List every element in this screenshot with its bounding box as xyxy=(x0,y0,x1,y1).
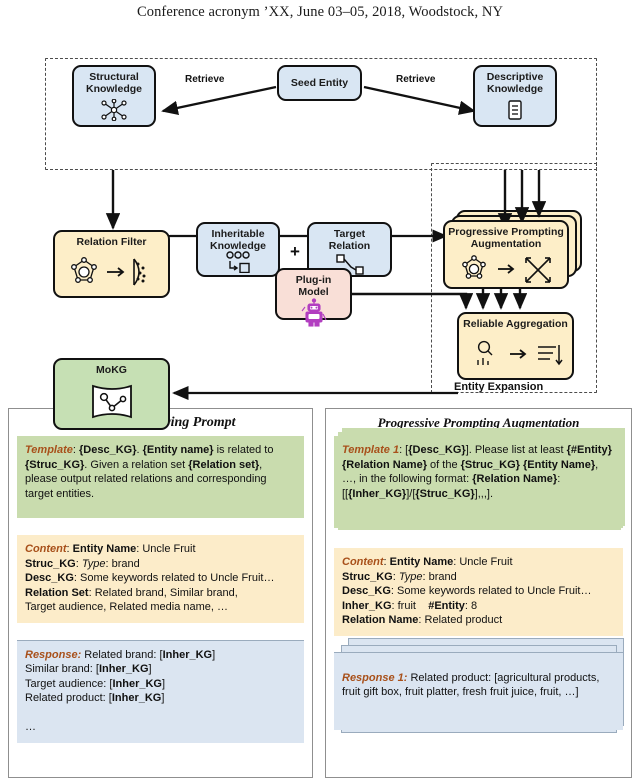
node-descriptive-knowledge[interactable]: Descriptive Knowledge xyxy=(473,65,557,127)
prompt-examples: Relation Filtering Prompt Template: {Des… xyxy=(0,408,640,778)
document-icon xyxy=(475,95,555,125)
content-line-4: Target audience, Related media name, … xyxy=(25,601,229,613)
node-seed-entity[interactable]: Seed Entity xyxy=(277,65,362,101)
filter-transform-icon xyxy=(55,248,168,296)
right-template-stack: Template 1: [{Desc_KG}]. Please list at … xyxy=(334,428,625,530)
right-response-stack: Response 1: Related product: [agricultur… xyxy=(334,637,624,733)
panel-progressive-prompting-augmentation: Progressive Prompting Augmentation Templ… xyxy=(325,408,632,778)
response-label: Response: xyxy=(25,648,82,661)
node-inheritable-knowledge[interactable]: Inheritable Knowledge xyxy=(196,222,280,277)
response-label: Response 1: xyxy=(342,671,408,684)
content-line-2: Desc_KG xyxy=(25,572,74,584)
content-line-4: Relation Name xyxy=(342,614,419,626)
panel-relation-filtering-prompt: Relation Filtering Prompt Template: {Des… xyxy=(8,408,313,778)
node-label: Reliable Aggregation xyxy=(463,318,568,330)
pipeline-diagram: Structural Knowledge Seed Entity Descrip… xyxy=(0,50,640,430)
robot-icon xyxy=(277,298,350,328)
left-template-block: Template: {Desc_KG}. {Entity name} is re… xyxy=(17,436,304,518)
content-line-0: Entity Name xyxy=(72,543,137,555)
page-header: Conference acronym ’XX, June 03–05, 2018… xyxy=(136,4,504,20)
node-progressive-prompting-augmentation[interactable]: Progressive Prompting Augmentation xyxy=(443,220,569,289)
response-line-3: Related product: [Inher_KG] xyxy=(25,692,165,704)
node-relation-filter[interactable]: Relation Filter xyxy=(53,230,170,298)
right-template-block: Template 1: [{Desc_KG}]. Please list at … xyxy=(334,436,623,528)
mokg-map-icon xyxy=(55,376,168,428)
response-line-2: Target audience: [Inher_KG] xyxy=(25,677,166,690)
node-label: Structural Knowledge xyxy=(85,71,142,95)
template-label: Template 1 xyxy=(342,444,400,456)
left-content-block: Content: Entity Name: Uncle Fruit Struc_… xyxy=(17,535,304,623)
template-label: Template xyxy=(25,444,73,456)
response-line-0: Related brand: [Inher_KG] xyxy=(81,648,216,661)
node-mokg[interactable]: MoKG xyxy=(53,358,170,430)
content-line-1: Struc_KG xyxy=(25,557,76,570)
node-label: Seed Entity xyxy=(290,77,349,89)
edge-label-retrieve-left: Retrieve xyxy=(185,74,225,85)
response-line-1: Similar brand: [Inher_KG] xyxy=(25,663,152,675)
content-label: Content xyxy=(342,556,384,568)
node-label: Plug-in Model xyxy=(295,274,332,298)
response-line-4: … xyxy=(25,721,36,733)
node-label: Relation Filter xyxy=(76,236,147,248)
node-label: Inheritable Knowledge xyxy=(209,228,266,252)
node-label: Target Relation xyxy=(328,228,371,252)
content-line-1: Struc_KG xyxy=(342,570,393,583)
right-response-block: Response 1: Related product: [agricultur… xyxy=(334,651,623,730)
node-label: MoKG xyxy=(96,364,127,376)
right-content-block: Content: Entity Name: Uncle Fruit Struc_… xyxy=(334,548,623,636)
content-line-2: Desc_KG xyxy=(342,585,391,597)
content-line-0: Entity Name xyxy=(389,556,454,568)
figure-page: Conference acronym ’XX, June 03–05, 2018… xyxy=(0,0,640,778)
group-caption-entity-expansion: Entity Expansion xyxy=(454,381,544,393)
node-reliable-aggregation[interactable]: Reliable Aggregation xyxy=(457,312,574,380)
inheritance-icon xyxy=(198,251,278,273)
node-plug-in-model[interactable]: Plug-in Model xyxy=(275,268,352,327)
node-structural-knowledge[interactable]: Structural Knowledge xyxy=(72,65,156,127)
edge-label-retrieve-right: Retrieve xyxy=(396,74,436,85)
left-response-block: Response: Related brand: [Inher_KG] Simi… xyxy=(17,639,304,743)
aggregation-sort-icon xyxy=(459,330,572,378)
node-label: Descriptive Knowledge xyxy=(486,71,544,95)
expand-transform-icon xyxy=(445,250,567,287)
graph-network-icon xyxy=(74,95,154,125)
node-label: Progressive Prompting Augmentation xyxy=(448,226,564,250)
content-label: Content xyxy=(25,543,67,555)
content-line-3: Relation Set xyxy=(25,586,89,599)
content-line-3: Inher_KG xyxy=(342,599,392,612)
plus-symbol: + xyxy=(290,242,300,261)
